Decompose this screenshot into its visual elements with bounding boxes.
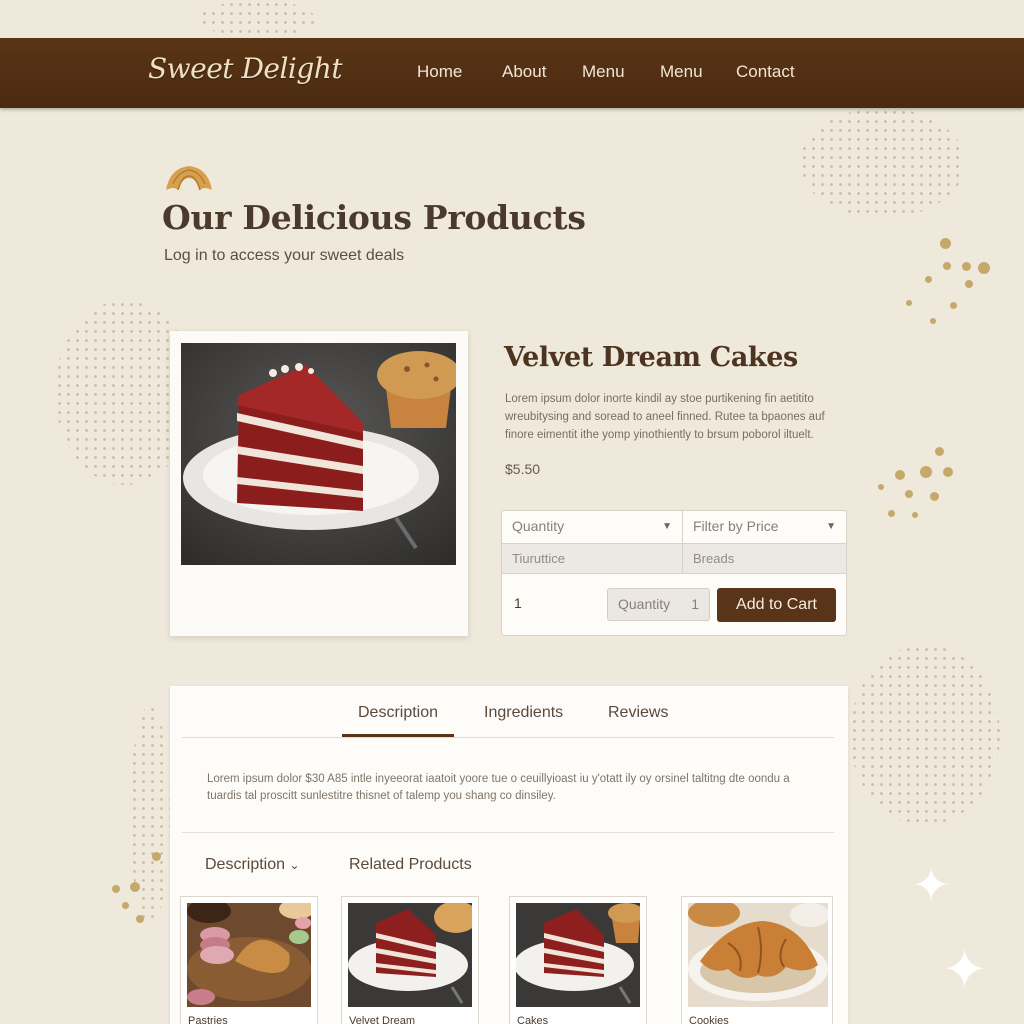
navbar: Sweet Delight Home About Menu Menu Conta… xyxy=(0,38,1024,108)
nav-menu[interactable]: Menu xyxy=(582,62,625,82)
gold-dot xyxy=(130,882,140,892)
gold-dot xyxy=(920,466,932,478)
dot-pattern xyxy=(130,705,170,925)
price-filter-label: Filter by Price xyxy=(693,518,779,534)
nav-contact[interactable]: Contact xyxy=(736,62,795,82)
description-dropdown-label: Description xyxy=(205,856,286,873)
related-product-card[interactable]: Cakes xyxy=(509,896,647,1024)
gold-dot xyxy=(930,492,939,501)
gold-dot xyxy=(152,852,161,861)
gold-dot xyxy=(906,300,912,306)
chevron-down-icon: ▼ xyxy=(662,521,672,532)
gold-dot xyxy=(950,302,957,309)
product-name: Velvet Dream Cakes xyxy=(504,342,798,373)
quantity-stepper-label: Quantity xyxy=(618,596,671,612)
quantity-select-label: Quantity xyxy=(512,518,565,534)
page-title: Our Delicious Products xyxy=(162,198,586,237)
product-details-panel: Description Ingredients Reviews Lorem ip… xyxy=(170,686,848,1024)
section-divider xyxy=(182,832,834,833)
dot-pattern xyxy=(850,645,1000,825)
gold-dot xyxy=(930,318,936,324)
dot-pattern xyxy=(800,108,965,218)
product-description: Lorem ipsum dolor inorte kindil ay stoe … xyxy=(505,393,825,441)
product-thumbnail xyxy=(187,903,311,1007)
add-to-cart-button[interactable]: Add to Cart xyxy=(717,588,836,622)
nav-home[interactable]: Home xyxy=(417,62,462,82)
tab-ingredients[interactable]: Ingredients xyxy=(484,704,563,722)
gold-dot xyxy=(878,484,884,490)
option-breads[interactable]: Breads xyxy=(683,544,846,573)
gold-dot xyxy=(978,262,990,274)
related-product-card[interactable]: Velvet Dream xyxy=(341,896,479,1024)
gold-dot xyxy=(136,915,144,923)
tab-divider xyxy=(182,737,834,738)
related-products-heading[interactable]: Related Products xyxy=(349,856,472,874)
dot-pattern xyxy=(200,0,315,38)
related-product-card[interactable]: Cookies xyxy=(681,896,833,1024)
page-subtitle[interactable]: Log in to access your sweet deals xyxy=(164,247,404,265)
tab-content: Lorem ipsum dolor $30 A85 intle inyeeora… xyxy=(207,773,790,802)
quantity-value: 1 xyxy=(514,595,522,611)
product-thumbnail xyxy=(688,903,828,1007)
gold-dot xyxy=(943,467,953,477)
price-filter-select[interactable]: Filter by Price ▼ xyxy=(683,511,846,543)
tab-description[interactable]: Description xyxy=(358,704,438,722)
product-image[interactable] xyxy=(181,343,456,565)
product-card-name: Velvet Dream xyxy=(349,1015,416,1024)
product-thumbnail xyxy=(348,903,472,1007)
sparkle-icon: ✦ xyxy=(942,938,988,1001)
nav-menu-2[interactable]: Menu xyxy=(660,62,703,82)
product-card-name: Pastries xyxy=(188,1015,228,1024)
sparkle-icon: ✦ xyxy=(912,858,951,912)
site-logo[interactable]: Sweet Delight xyxy=(148,52,343,85)
product-price: $5.50 xyxy=(505,461,541,477)
gold-dot xyxy=(925,276,932,283)
gold-dot xyxy=(965,280,973,288)
gold-dot xyxy=(905,490,913,498)
product-card-name: Cakes xyxy=(517,1015,549,1024)
gold-dot xyxy=(122,902,129,909)
chevron-down-icon: ▼ xyxy=(826,521,836,532)
gold-dot xyxy=(895,470,905,480)
option-left[interactable]: Tiuruttice xyxy=(502,544,683,573)
related-product-card[interactable]: Pastries xyxy=(180,896,318,1024)
purchase-options: Quantity ▼ Filter by Price ▼ Tiuruttice … xyxy=(501,510,847,636)
product-card-name: Cookies xyxy=(689,1015,729,1024)
quantity-select[interactable]: Quantity ▼ xyxy=(502,511,683,543)
quantity-stepper-value: 1 xyxy=(691,596,699,612)
croissant-icon xyxy=(164,164,214,198)
description-dropdown[interactable]: Description ⌄ xyxy=(205,856,300,874)
nav-about[interactable]: About xyxy=(502,62,546,82)
main-nav: Home About Menu Menu Contact xyxy=(417,62,1024,86)
product-thumbnail xyxy=(516,903,640,1007)
gold-dot xyxy=(888,510,895,517)
gold-dot xyxy=(962,262,971,271)
gold-dot xyxy=(912,512,918,518)
tab-reviews[interactable]: Reviews xyxy=(608,704,668,722)
option-row: Tiuruttice Breads xyxy=(502,543,846,574)
gold-dot xyxy=(943,262,951,270)
quantity-stepper[interactable]: Quantity 1 xyxy=(607,588,710,621)
chevron-down-icon: ⌄ xyxy=(289,858,300,872)
gold-dot xyxy=(940,238,951,249)
gold-dot xyxy=(112,885,120,893)
gold-dot xyxy=(935,447,944,456)
product-image-card xyxy=(170,331,468,636)
